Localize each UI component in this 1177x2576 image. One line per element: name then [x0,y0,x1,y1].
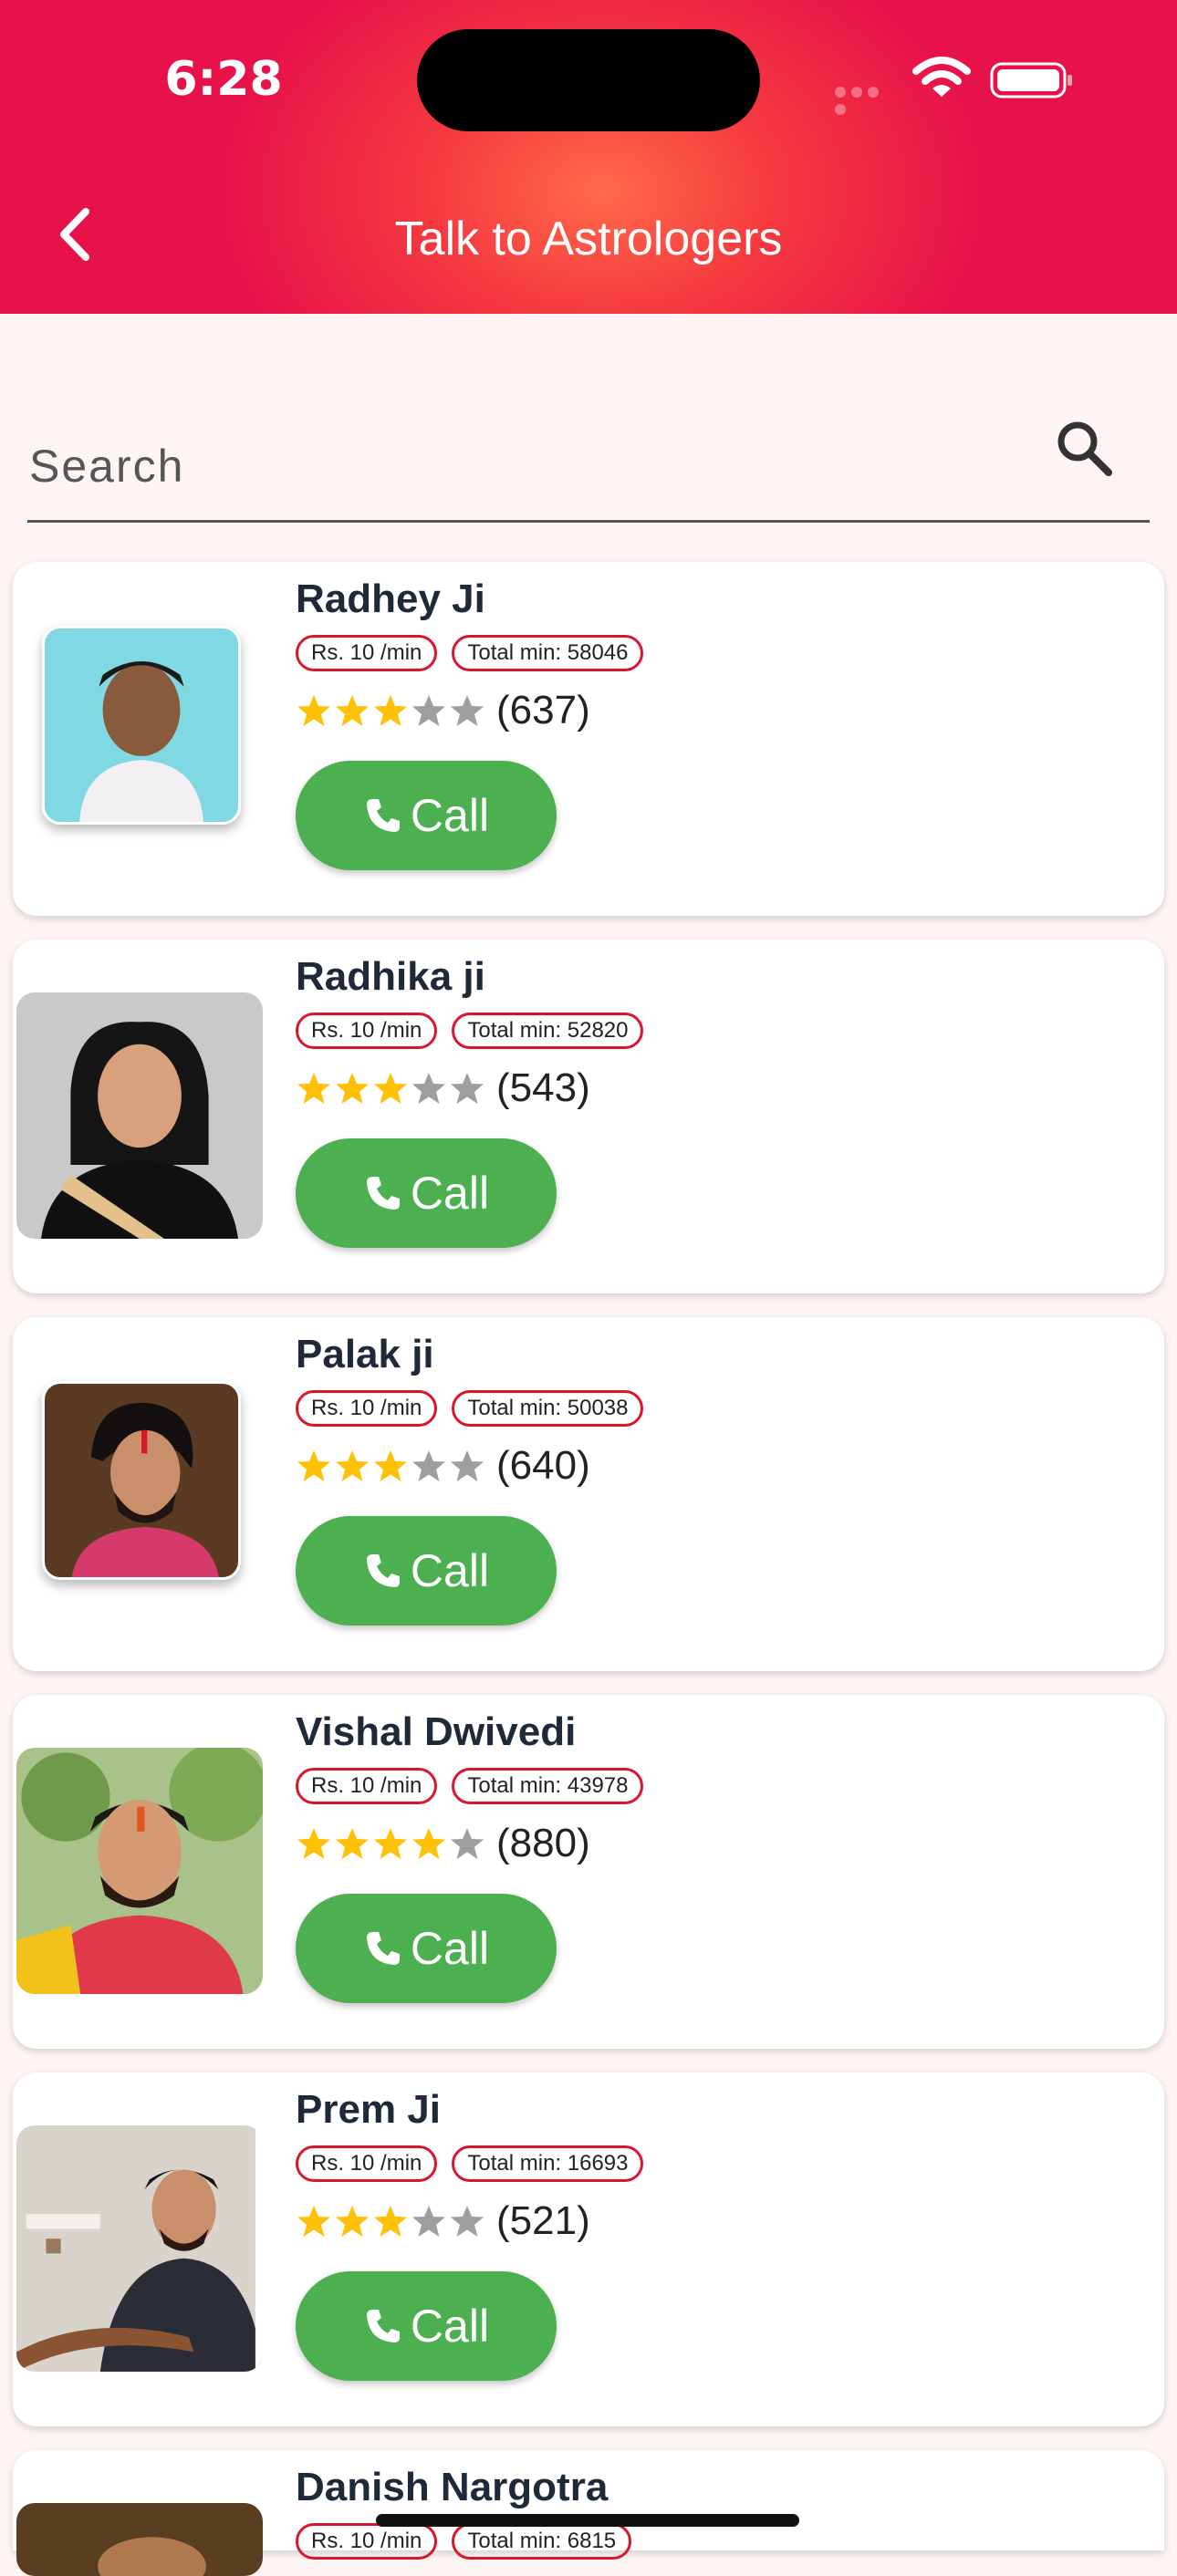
astrologer-name: Vishal Dwivedi [296,1709,577,1754]
star-icon [296,2203,332,2239]
rate-badge: Rs. 10 /min [296,2523,438,2560]
astrologer-name: Radhika ji [296,954,485,999]
star-icon [334,1825,370,1862]
call-button[interactable]: Call [296,1516,557,1626]
home-indicator[interactable] [376,2514,799,2527]
battery-icon [990,62,1072,99]
app-header: 6:28 Talk to Astrologers [0,0,1177,314]
star-icon [449,1448,485,1484]
review-count: (640) [496,1443,590,1488]
review-count: (543) [496,1065,590,1110]
star-icon [296,692,332,729]
phone-icon [363,1173,403,1213]
call-button[interactable]: Call [296,1138,557,1248]
search-input[interactable] [27,420,1016,513]
phone-icon [363,1551,403,1591]
star-icon [449,692,485,729]
rate-badge: Rs. 10 /min [296,2145,438,2182]
rate-badge: Rs. 10 /min [296,1013,438,1049]
call-button[interactable]: Call [296,1894,557,2003]
total-minutes-badge: Total min: 43978 [452,1768,644,1804]
star-icon [296,1070,332,1106]
phone-icon [363,795,403,836]
star-icon [296,1825,332,1862]
search-bar [27,401,1150,523]
rate-badge: Rs. 10 /min [296,1768,438,1804]
star-icon [372,2203,409,2239]
star-icon [372,692,409,729]
total-minutes-badge: Total min: 58046 [452,635,644,671]
star-icon [334,692,370,729]
star-icon [411,692,447,729]
astrologer-card[interactable]: Palak ji Rs. 10 /min Total min: 50038 (64… [13,1317,1164,1671]
star-icon [411,2203,447,2239]
star-icon [411,1448,447,1484]
astrologer-name: Radhey Ji [296,576,485,621]
star-icon [334,1070,370,1106]
star-icon [334,1448,370,1484]
phone-icon [363,1928,403,1968]
review-count: (880) [496,1821,590,1865]
dynamic-island [417,29,760,131]
phone-icon [363,2306,403,2346]
astrologer-card[interactable]: Radhika ji Rs. 10 /min Total min: 52820 (… [13,940,1164,1293]
status-time: 6:28 [164,52,283,107]
call-button[interactable]: Call [296,2271,557,2381]
avatar [42,626,241,825]
astrologer-card[interactable]: Prem Ji Rs. 10 /min Total min: 16693 (521… [13,2072,1164,2426]
star-icon [334,2203,370,2239]
total-minutes-badge: Total min: 50038 [452,1390,644,1427]
avatar [16,1748,263,1994]
rate-badge: Rs. 10 /min [296,1390,438,1427]
star-icon [372,1070,409,1106]
star-icon [449,2203,485,2239]
astrologer-card[interactable]: Vishal Dwivedi Rs. 10 /min Total min: 439… [13,1695,1164,2049]
star-rating: (637) [296,680,590,741]
star-icon [296,1448,332,1484]
avatar [42,1381,241,1580]
page-title: Talk to Astrologers [394,213,783,265]
avatar [16,992,263,1239]
star-icon [372,1825,409,1862]
star-icon [449,1070,485,1106]
review-count: (637) [496,688,590,732]
rate-badge: Rs. 10 /min [296,635,438,671]
star-icon [372,1448,409,1484]
astrologer-card[interactable]: Radhey Ji Rs. 10 /min Total min: 58046 (6… [13,562,1164,916]
search-icon[interactable] [1054,418,1116,480]
call-button[interactable]: Call [296,761,557,870]
total-minutes-badge: Total min: 52820 [452,1013,644,1049]
astrologer-name: Palak ji [296,1332,434,1376]
total-minutes-badge: Total min: 6815 [452,2523,632,2560]
astrologer-card[interactable]: Danish Nargotra Rs. 10 /min Total min: 68… [13,2450,1164,2576]
star-rating: (543) [296,1058,590,1118]
total-minutes-badge: Total min: 16693 [452,2145,644,2182]
astrologer-name: Prem Ji [296,2087,441,2132]
review-count: (521) [496,2198,590,2243]
cellular-signal-icon [835,84,899,115]
star-rating: (521) [296,2191,590,2251]
back-arrow-icon[interactable] [53,203,100,266]
avatar [16,2503,263,2576]
wifi-icon [912,57,971,97]
astrologer-name: Danish Nargotra [296,2465,609,2509]
avatar [16,2125,263,2372]
star-icon [411,1070,447,1106]
star-icon [411,1825,447,1862]
star-rating: (640) [296,1436,590,1496]
star-rating: (880) [296,1813,590,1874]
star-icon [449,1825,485,1862]
